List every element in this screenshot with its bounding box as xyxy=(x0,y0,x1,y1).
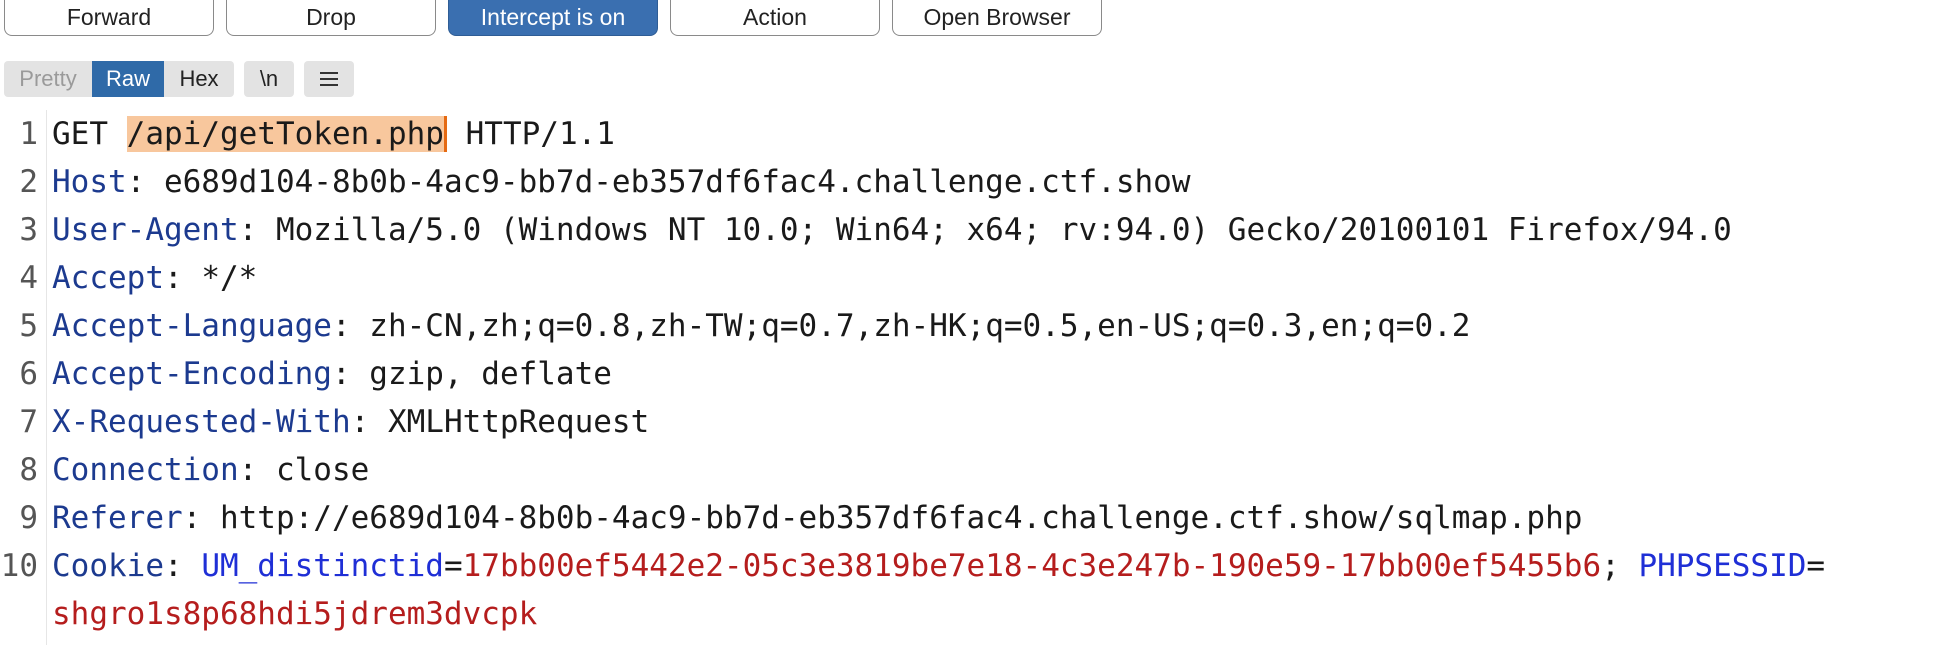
header-value: */* xyxy=(201,260,258,296)
request-editor[interactable]: 1 GET /api/getToken.php HTTP/1.1 2 Host:… xyxy=(0,110,1946,645)
line-number: 7 xyxy=(19,404,38,440)
forward-button[interactable]: Forward xyxy=(4,0,214,36)
header-name: Cookie xyxy=(52,548,164,584)
header-value: http://e689d104-8b0b-4ac9-bb7d-eb357df6f… xyxy=(219,500,1583,536)
request-method: GET xyxy=(52,116,108,152)
header-value: zh-CN,zh;q=0.8,zh-TW;q=0.7,zh-HK;q=0.5,e… xyxy=(369,308,1471,344)
proxy-toolbar: Forward Drop Intercept is on Action Open… xyxy=(0,0,1946,49)
header-name: X-Requested-With xyxy=(52,404,351,440)
action-button[interactable]: Action xyxy=(670,0,880,36)
request-protocol: HTTP/1.1 xyxy=(465,116,615,152)
cookie-name: PHPSESSID xyxy=(1638,548,1807,584)
cookie-value: 17bb00ef5442e2-05c3e3819be7e18-4c3e247b-… xyxy=(462,548,1602,584)
view-mode-bar: Pretty Raw Hex \n xyxy=(0,48,1946,110)
line-number: 5 xyxy=(19,308,38,344)
show-newlines-toggle[interactable]: \n xyxy=(244,61,294,97)
cookie-name: UM_distinctid xyxy=(201,548,444,584)
line-number: 2 xyxy=(19,164,38,200)
header-name: Referer xyxy=(52,500,183,536)
header-value: e689d104-8b0b-4ac9-bb7d-eb357df6fac4.cha… xyxy=(163,164,1191,200)
line-number: 6 xyxy=(19,356,38,392)
tab-hex[interactable]: Hex xyxy=(164,61,234,97)
header-name: Accept-Language xyxy=(52,308,332,344)
header-value: XMLHttpRequest xyxy=(387,404,650,440)
drop-button[interactable]: Drop xyxy=(226,0,436,36)
header-name: User-Agent xyxy=(52,212,239,248)
line-number: 4 xyxy=(19,260,38,296)
header-name: Connection xyxy=(52,452,239,488)
header-value: close xyxy=(275,452,370,488)
line-number: 8 xyxy=(19,452,38,488)
cookie-value: shgro1s8p68hdi5jdrem3dvcpk xyxy=(52,596,538,632)
view-mode-group: Pretty Raw Hex xyxy=(4,61,234,97)
request-path: /api/getToken.php xyxy=(126,116,447,152)
header-name: Host xyxy=(52,164,127,200)
tab-pretty[interactable]: Pretty xyxy=(4,61,92,97)
hamburger-menu-icon xyxy=(320,72,338,86)
line-number: 10 xyxy=(0,548,38,584)
tab-raw[interactable]: Raw xyxy=(92,61,164,97)
line-number: 3 xyxy=(19,212,38,248)
line-number: 9 xyxy=(19,500,38,536)
open-browser-button[interactable]: Open Browser xyxy=(892,0,1102,36)
header-name: Accept xyxy=(52,260,164,296)
header-name: Accept-Encoding xyxy=(52,356,332,392)
cookie-separator: ; xyxy=(1601,548,1639,584)
editor-menu-button[interactable] xyxy=(304,61,354,97)
intercept-toggle-button[interactable]: Intercept is on xyxy=(448,0,658,36)
line-number: 1 xyxy=(19,116,38,152)
header-value: Mozilla/5.0 (Windows NT 10.0; Win64; x64… xyxy=(275,212,1732,248)
header-value: gzip, deflate xyxy=(369,356,612,392)
